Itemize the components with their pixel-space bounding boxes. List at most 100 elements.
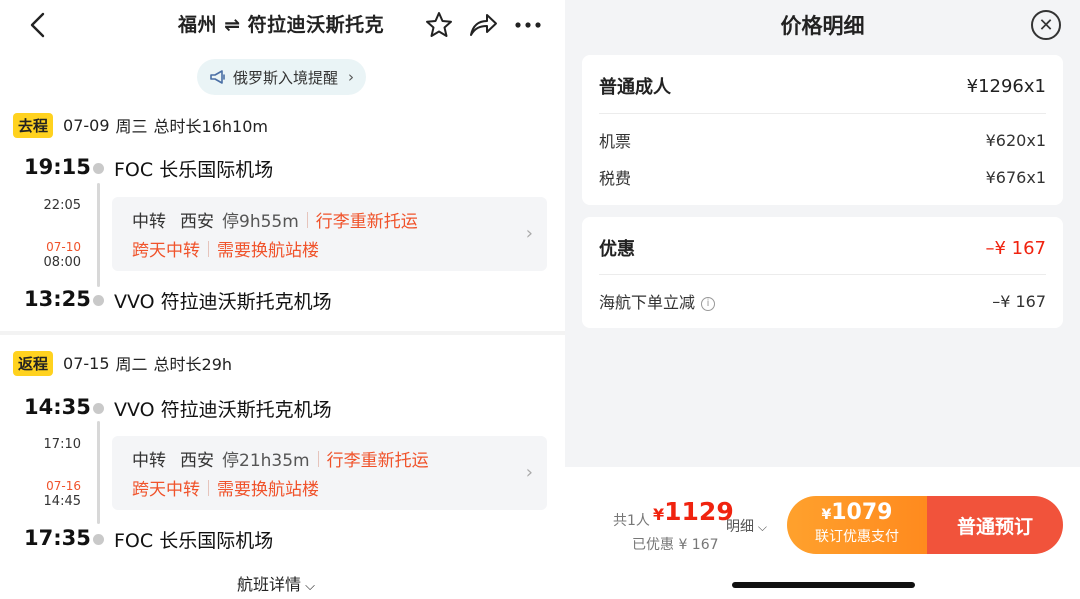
ticket-value: ¥620x1 bbox=[985, 130, 1046, 150]
instant-discount-value: –¥ 167 bbox=[992, 291, 1046, 311]
chevron-right-icon: › bbox=[525, 462, 533, 483]
timeline-line bbox=[97, 183, 100, 287]
return-next-day-date: 07-16 bbox=[46, 479, 81, 493]
adult-value: ¥1296x1 bbox=[966, 75, 1046, 97]
outbound-leg2-departure-time: 08:00 bbox=[43, 255, 81, 270]
outbound-leg1-arrival-time: 22:05 bbox=[43, 198, 81, 213]
outbound-header: 去程 07-09 周三 总时长16h10m bbox=[13, 112, 268, 138]
outbound-duration: 总时长16h10m bbox=[153, 117, 268, 136]
price-detail-toggle[interactable]: 明细 ⌵ bbox=[726, 516, 767, 536]
outbound-next-day-date: 07-10 bbox=[46, 240, 81, 254]
tax-label: 税费 bbox=[599, 169, 632, 188]
more-icon bbox=[515, 22, 541, 28]
return-weekday: 周二 bbox=[115, 355, 148, 374]
back-button[interactable] bbox=[26, 10, 50, 40]
outbound-arrival-airport: VVO 符拉迪沃斯托克机场 bbox=[114, 291, 332, 313]
currency-symbol: ¥ bbox=[653, 505, 665, 524]
combo-label: 联订优惠支付 bbox=[815, 529, 899, 545]
close-button[interactable]: ✕ bbox=[1031, 10, 1061, 40]
return-departure-time: 14:35 bbox=[24, 395, 91, 419]
timeline-dot bbox=[93, 403, 104, 414]
return-leg1-arrival-time: 17:10 bbox=[43, 437, 81, 452]
overnight-transfer: 跨天中转 bbox=[132, 241, 200, 261]
ticket-label: 机票 bbox=[599, 132, 632, 151]
detail-label: 明细 bbox=[726, 519, 754, 535]
entry-notice-button[interactable]: 俄罗斯入境提醒 › bbox=[197, 59, 367, 95]
outbound-date: 07-09 bbox=[63, 115, 110, 135]
chevron-down-icon: ⌵ bbox=[301, 579, 316, 594]
terminal-change: 需要换航站楼 bbox=[217, 480, 319, 500]
outbound-departure-airport: FOC 长乐国际机场 bbox=[114, 159, 274, 181]
megaphone-icon bbox=[210, 70, 225, 84]
adult-label: 普通成人 bbox=[599, 77, 671, 98]
instant-discount-row: 海航下单立减 i bbox=[599, 289, 716, 313]
currency-symbol: ¥ bbox=[821, 507, 832, 523]
separator bbox=[317, 450, 319, 467]
fare-card: 普通成人 ¥1296x1 机票 ¥620x1 税费 ¥676x1 bbox=[582, 55, 1063, 205]
passenger-count: 共1人 bbox=[613, 513, 650, 529]
timeline-dot bbox=[93, 163, 104, 174]
normal-booking-label: 普通预订 bbox=[956, 515, 1033, 538]
favorite-button[interactable] bbox=[423, 9, 455, 41]
flight-details-label: 航班详情 bbox=[237, 575, 302, 594]
chevron-right-icon: › bbox=[348, 68, 355, 86]
return-leg2-departure-time: 14:45 bbox=[43, 494, 81, 509]
separator bbox=[306, 211, 308, 228]
more-button[interactable] bbox=[512, 9, 544, 41]
outbound-weekday: 周三 bbox=[115, 117, 148, 136]
discount-label: 优惠 bbox=[599, 239, 635, 260]
close-icon: ✕ bbox=[1038, 14, 1054, 36]
discount-value: –¥ 167 bbox=[985, 237, 1046, 259]
timeline-dot bbox=[93, 534, 104, 545]
baggage-recheck: 行李重新托运 bbox=[326, 451, 429, 471]
page-title: 福州 ⇌ 符拉迪沃斯托克 bbox=[178, 14, 385, 36]
return-arrival-airport: FOC 长乐国际机场 bbox=[114, 530, 274, 552]
transfer-label: 中转 bbox=[132, 212, 166, 232]
price-detail-title: 价格明细 bbox=[780, 14, 865, 38]
return-date: 07-15 bbox=[63, 353, 110, 373]
return-header: 返程 07-15 周二 总时长29h bbox=[13, 350, 232, 376]
overnight-transfer: 跨天中转 bbox=[132, 480, 200, 500]
divider bbox=[599, 113, 1046, 114]
transfer-city: 西安 bbox=[180, 212, 214, 232]
outbound-departure-time: 19:15 bbox=[24, 155, 91, 179]
baggage-recheck: 行李重新托运 bbox=[315, 212, 418, 232]
separator bbox=[208, 479, 209, 496]
outbound-transfer-card[interactable]: 中转 西安 停9h55m 行李重新托运 跨天中转 需要换航站楼 › bbox=[112, 197, 547, 271]
total-price-value: 1129 bbox=[664, 497, 734, 526]
instant-discount-label: 海航下单立减 bbox=[599, 293, 696, 312]
share-icon bbox=[470, 14, 497, 36]
flight-details-link[interactable]: 航班详情 ⌵ bbox=[237, 571, 315, 595]
tax-value: ¥676x1 bbox=[985, 167, 1046, 187]
share-button[interactable] bbox=[467, 9, 499, 41]
booking-footer: 共1人 ¥1129 已优惠 ¥ 167 明细 ⌵ ¥1079 联订优惠支付 普通… bbox=[565, 467, 1080, 599]
total-price: ¥1129 bbox=[653, 497, 734, 526]
transfer-city: 西安 bbox=[180, 451, 214, 471]
outbound-tag: 去程 bbox=[13, 112, 54, 138]
chevron-down-icon: ⌵ bbox=[754, 520, 767, 534]
chevron-left-icon bbox=[30, 12, 45, 38]
return-tag: 返程 bbox=[13, 350, 54, 376]
outbound-arrival-time: 13:25 bbox=[24, 287, 91, 311]
divider bbox=[599, 274, 1046, 275]
return-transfer-card[interactable]: 中转 西安 停21h35m 行李重新托运 跨天中转 需要换航站楼 › bbox=[112, 436, 547, 510]
combo-pay-button[interactable]: ¥1079 联订优惠支付 bbox=[787, 496, 927, 554]
saved-amount: 已优惠 ¥ 167 bbox=[632, 537, 719, 553]
discount-card: 优惠 –¥ 167 海航下单立减 i –¥ 167 bbox=[582, 217, 1063, 328]
notice-text: 俄罗斯入境提醒 bbox=[233, 68, 339, 87]
transfer-label: 中转 bbox=[132, 451, 166, 471]
home-indicator[interactable] bbox=[732, 582, 915, 588]
transfer-stay: 停9h55m bbox=[222, 212, 299, 232]
terminal-change: 需要换航站楼 bbox=[217, 241, 319, 261]
info-icon[interactable]: i bbox=[701, 297, 716, 311]
return-departure-airport: VVO 符拉迪沃斯托克机场 bbox=[114, 399, 332, 421]
chevron-right-icon: › bbox=[525, 223, 533, 244]
return-arrival-time: 17:35 bbox=[24, 526, 91, 550]
separator bbox=[208, 240, 209, 257]
combo-price: 1079 bbox=[831, 500, 893, 525]
normal-booking-button[interactable]: 普通预订 bbox=[927, 496, 1063, 554]
flight-itinerary-panel: 福州 ⇌ 符拉迪沃斯托克 俄罗斯入境提醒 › 去程 07-09 周三 总时长16… bbox=[0, 0, 565, 599]
transfer-stay: 停21h35m bbox=[222, 451, 310, 471]
timeline-line bbox=[97, 421, 100, 524]
timeline-dot bbox=[93, 295, 104, 306]
